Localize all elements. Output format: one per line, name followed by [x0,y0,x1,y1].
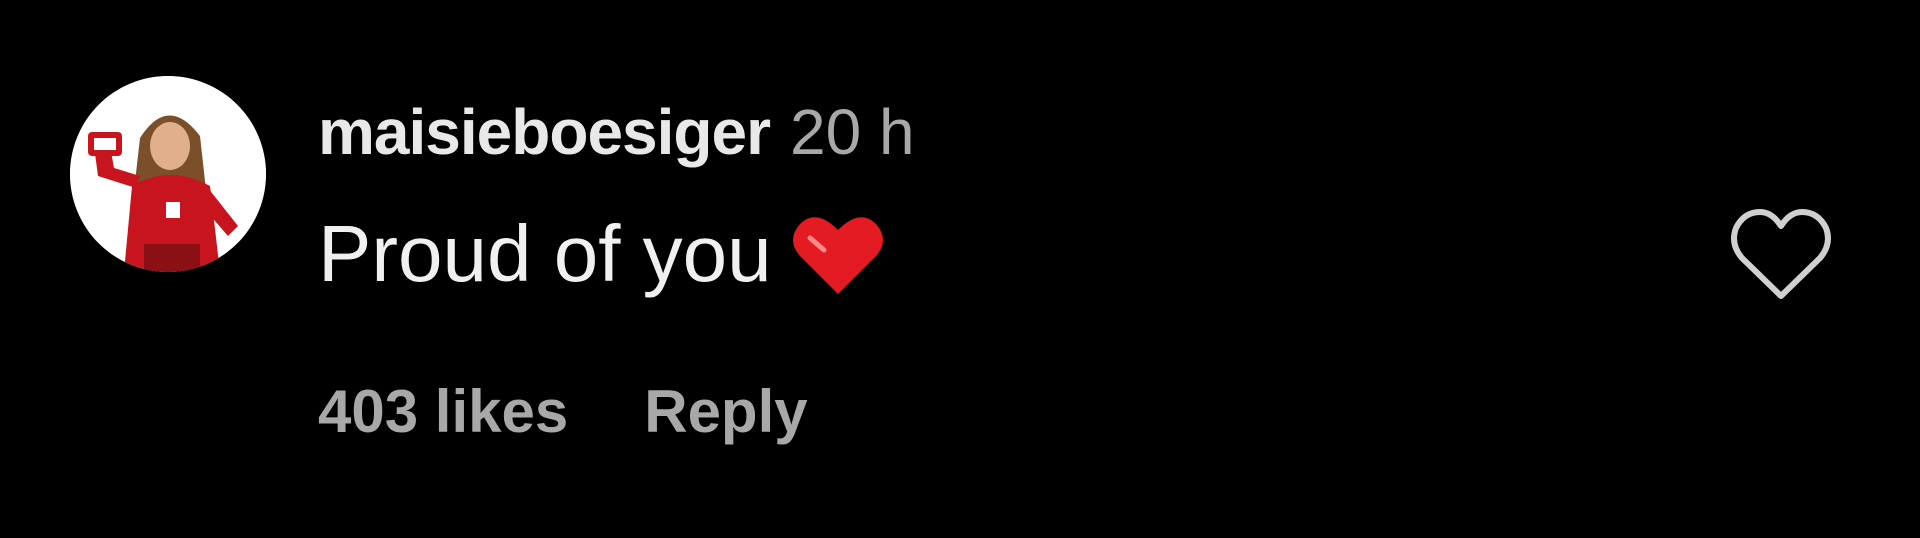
comment-body: maisieboesiger 20 h Proud of you [318,100,1668,298]
reply-button[interactable]: Reply [644,382,807,442]
comment-meta: 403 likes Reply [318,382,808,442]
avatar-image [70,76,266,272]
like-button[interactable] [1728,206,1834,304]
comment: maisieboesiger 20 h Proud of you 403 lik… [0,0,1920,538]
username-link[interactable]: maisieboesiger [318,100,771,164]
likes-count-link[interactable]: 403 likes [318,382,568,442]
avatar[interactable] [70,76,266,272]
comment-text-line: Proud of you [318,210,1668,298]
timestamp[interactable]: 20 h [790,100,915,164]
heart-outline-icon [1731,209,1831,299]
comment-text: Proud of you [318,209,772,298]
red-heart-emoji-icon [790,210,886,298]
comment-header: maisieboesiger 20 h [318,100,1668,164]
